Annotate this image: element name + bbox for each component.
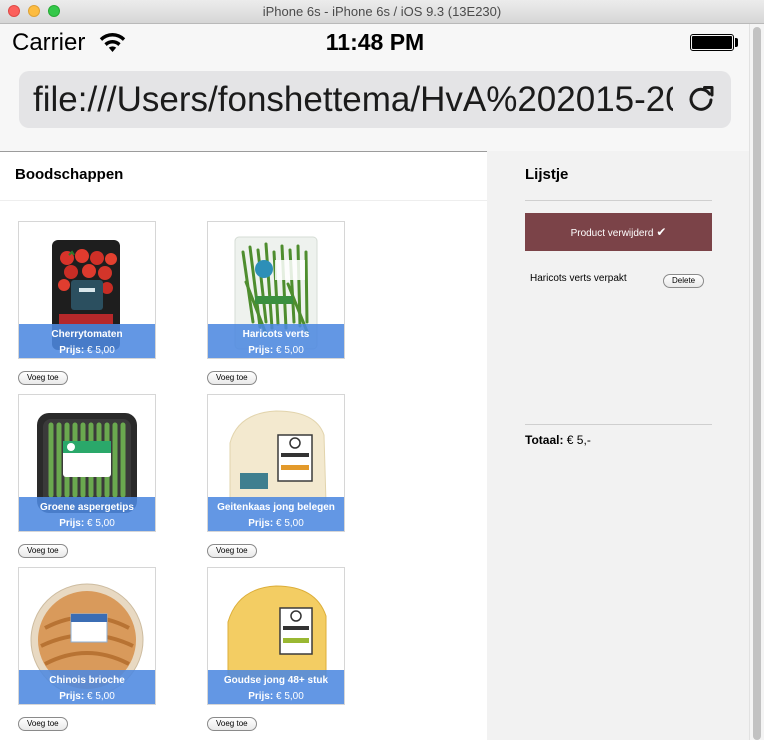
checkmark-icon: ✔	[656, 225, 667, 239]
product-name: Chinois brioche	[49, 675, 125, 686]
wifi-icon	[99, 32, 126, 52]
product-info: Haricots verts Prijs: € 5,00	[208, 324, 344, 358]
product-price: Prijs: € 5,00	[59, 518, 115, 529]
add-to-list-button[interactable]: Voeg toe	[207, 717, 257, 731]
product-price: Prijs: € 5,00	[248, 691, 304, 702]
product-price: Prijs: € 5,00	[59, 691, 115, 702]
product-info: Chinois brioche Prijs: € 5,00	[19, 670, 155, 704]
battery-icon	[690, 34, 734, 51]
product-name: Cherrytomaten	[51, 329, 123, 340]
product-name: Goudse jong 48+ stuk	[223, 675, 329, 686]
add-to-list-button[interactable]: Voeg toe	[18, 544, 68, 558]
url-text[interactable]: file:///Users/fonshettema/HvA%202015-201…	[33, 78, 673, 122]
total-value: € 5,-	[566, 433, 591, 447]
add-to-list-button[interactable]: Voeg toe	[18, 717, 68, 731]
product-price: Prijs: € 5,00	[59, 345, 115, 356]
product-card[interactable]: Goudse jong 48+ stuk Prijs: € 5,00	[207, 567, 345, 705]
product-card[interactable]: Chinois brioche Prijs: € 5,00	[18, 567, 156, 705]
product-price: Prijs: € 5,00	[248, 518, 304, 529]
list-item-name: Haricots verts verpakt	[530, 273, 627, 284]
add-to-list-button[interactable]: Voeg toe	[18, 371, 68, 385]
total-line: Totaal: € 5,-	[525, 433, 591, 447]
list-heading: Lijstje	[525, 166, 569, 183]
shop-divider	[0, 200, 487, 201]
window-title: iPhone 6s - iPhone 6s / iOS 9.3 (13E230)	[262, 4, 502, 19]
product-name: Geitenkaas jong belegen	[217, 502, 335, 513]
add-to-list-button[interactable]: Voeg toe	[207, 371, 257, 385]
product-info: Goudse jong 48+ stuk Prijs: € 5,00	[208, 670, 344, 704]
list-divider	[525, 200, 712, 201]
product-card[interactable]: Haricots verts Prijs: € 5,00	[207, 221, 345, 359]
product-info: Groene aspergetips Prijs: € 5,00	[19, 497, 155, 531]
product-info: Geitenkaas jong belegen Prijs: € 5,00	[208, 497, 344, 531]
product-info: Cherrytomaten Prijs: € 5,00	[19, 324, 155, 358]
product-removed-notification: Product verwijderd ✔	[525, 213, 712, 251]
add-to-list-button[interactable]: Voeg toe	[207, 544, 257, 558]
carrier-label: Carrier	[12, 29, 86, 56]
status-clock: 11:48 PM	[325, 29, 425, 55]
product-name: Groene aspergetips	[40, 502, 134, 513]
product-card[interactable]: Cherrytomaten Prijs: € 5,00	[18, 221, 156, 359]
total-label: Totaal:	[525, 433, 564, 447]
battery-tip	[735, 38, 738, 47]
product-card[interactable]: Groene aspergetips Prijs: € 5,00	[18, 394, 156, 532]
list-divider	[525, 424, 712, 425]
delete-button[interactable]: Delete	[663, 274, 705, 288]
product-name: Haricots verts	[242, 329, 310, 340]
window-scrollbar-thumb[interactable]	[753, 27, 761, 740]
reload-icon[interactable]	[685, 83, 717, 115]
product-card[interactable]: Geitenkaas jong belegen Prijs: € 5,00	[207, 394, 345, 532]
product-price: Prijs: € 5,00	[248, 345, 304, 356]
notification-text: Product verwijderd	[570, 228, 654, 239]
shop-heading: Boodschappen	[15, 166, 124, 183]
